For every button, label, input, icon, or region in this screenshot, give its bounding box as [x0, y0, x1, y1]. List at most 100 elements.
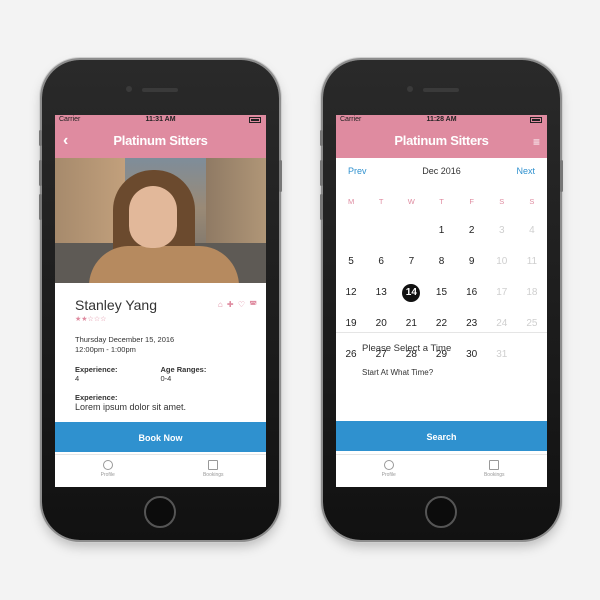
- calendar-day[interactable]: 21: [396, 318, 426, 329]
- calendar-week-row: 12 13 14 15 16 17 18: [336, 277, 547, 308]
- calendar-day-number: 12: [345, 287, 357, 298]
- calendar-day[interactable]: 3: [487, 225, 517, 236]
- search-button[interactable]: Search: [336, 421, 547, 451]
- calendar-day-number: 17: [496, 287, 508, 298]
- profile-icon: [102, 460, 113, 470]
- tab-profile-label: Profile: [381, 472, 396, 478]
- experience-block: Experience: 4: [75, 365, 161, 383]
- booking-date-text: Thursday December 15, 2016: [75, 335, 175, 344]
- calendar-day-number: 25: [526, 318, 538, 329]
- tab-bookings[interactable]: Bookings: [161, 455, 267, 487]
- calendar-day[interactable]: 12: [336, 287, 366, 298]
- experience-description-text: Lorem ipsum dolor sit amet.: [75, 401, 187, 412]
- calendar-day[interactable]: 16: [457, 287, 487, 298]
- status-bar: Carrier 11:31 AM: [55, 115, 266, 126]
- weekday-label: T: [378, 197, 384, 206]
- calendar-day[interactable]: 5: [336, 256, 366, 267]
- front-camera: [126, 86, 132, 92]
- weekday-label: M: [347, 197, 355, 206]
- start-time-label: Start At What Time?: [362, 368, 434, 377]
- booking-date: Thursday December 15, 2016 12:00pm - 1:0…: [75, 335, 246, 355]
- calendar-day-number: 19: [345, 318, 357, 329]
- tab-bar: Profile Bookings: [336, 454, 547, 487]
- tab-profile-label: Profile: [100, 472, 115, 478]
- calendar-day[interactable]: 10: [487, 256, 517, 267]
- age-range-block: Age Ranges: 0-4: [161, 365, 247, 383]
- tab-bookings[interactable]: Bookings: [442, 455, 548, 487]
- book-now-button[interactable]: Book Now: [55, 422, 266, 452]
- calendar-day[interactable]: 11: [517, 256, 547, 267]
- calendar-day-number: 21: [405, 318, 417, 329]
- status-time: 11:28 AM: [426, 116, 457, 123]
- experience-value: 4: [75, 373, 80, 383]
- rating-stars: ★★☆☆☆: [75, 316, 107, 323]
- calendar-day-number: 14: [402, 283, 421, 302]
- volume-up-button: [39, 160, 42, 186]
- profile-details: Stanley Yang ⌂ ✚ ♡ ◚ ★★☆☆☆ Thursday Dece…: [55, 283, 266, 412]
- calendar-day-number: 13: [375, 287, 387, 298]
- calendar-day[interactable]: 22: [426, 318, 456, 329]
- calendar-week-row: 5 6 7 8 9 10 11: [336, 246, 547, 277]
- calendar-day-number: 23: [466, 318, 478, 329]
- calendar-day-number: 15: [435, 287, 448, 298]
- calendar-week-row: 1 2 3 4: [336, 215, 547, 246]
- info-grid: Experience: 4 Age Ranges: 0-4: [75, 365, 246, 383]
- calendar-day-number: 5: [348, 256, 354, 267]
- mute-switch: [39, 130, 42, 146]
- calendar-icon: [208, 460, 219, 470]
- battery-icon: [249, 117, 261, 123]
- tab-bar: Profile Bookings: [55, 454, 266, 487]
- calendar-day-number: 9: [468, 256, 475, 267]
- calendar-day[interactable]: 24: [487, 318, 517, 329]
- calendar-day[interactable]: 17: [487, 287, 517, 298]
- nav-bar: ‹ Platinum Sitters: [55, 126, 266, 158]
- calendar-day[interactable]: 19: [336, 318, 366, 329]
- booking-time-range: 12:00pm - 1:00pm: [75, 344, 136, 354]
- calendar-day[interactable]: 18: [517, 287, 547, 298]
- calendar-day[interactable]: 2: [457, 225, 487, 236]
- earpiece-speaker: [423, 88, 459, 92]
- earpiece-speaker: [142, 88, 178, 92]
- calendar-day[interactable]: 4: [517, 225, 547, 236]
- tab-profile[interactable]: Profile: [336, 455, 442, 487]
- next-month-link[interactable]: Next: [516, 166, 535, 176]
- hamburger-menu-icon[interactable]: ≡: [533, 135, 540, 149]
- front-camera: [407, 86, 413, 92]
- calendar-screen: Carrier 11:28 AM Platinum Sitters ≡ Prev…: [336, 115, 547, 487]
- sitter-photo: [55, 158, 266, 283]
- calendar-day[interactable]: 20: [366, 318, 396, 329]
- calendar-day[interactable]: 13: [366, 287, 396, 298]
- calendar-day[interactable]: 25: [517, 318, 547, 329]
- calendar-day-number: 11: [526, 256, 538, 267]
- calendar-day[interactable]: 7: [396, 256, 426, 267]
- weekday-label: S: [499, 197, 505, 206]
- time-section-title: Please Select a Time: [362, 343, 452, 354]
- calendar-day[interactable]: 1: [426, 225, 456, 236]
- experience-label: Experience:: [75, 364, 118, 374]
- power-button: [560, 160, 563, 192]
- calendar-icon: [489, 460, 500, 470]
- calendar-day[interactable]: 15: [426, 287, 456, 298]
- calendar-day[interactable]: 23: [457, 318, 487, 329]
- calendar-day-selected[interactable]: 14: [396, 283, 426, 302]
- age-range-value: 0-4: [160, 373, 172, 383]
- calendar-day-number: 7: [408, 256, 415, 267]
- app-logo: Platinum Sitters: [394, 133, 489, 148]
- calendar-day[interactable]: 8: [426, 256, 456, 267]
- tab-bookings-label: Bookings: [483, 472, 505, 478]
- weekday-label: F: [469, 197, 474, 206]
- profile-icon: [383, 460, 394, 470]
- experience-description: Experience: Lorem ipsum dolor sit amet.: [75, 393, 246, 412]
- calendar-day-number: 8: [438, 256, 445, 267]
- tab-profile[interactable]: Profile: [55, 455, 161, 487]
- calendar-day[interactable]: 9: [457, 256, 487, 267]
- weekday-label: T: [439, 197, 444, 206]
- profile-screen: Carrier 11:31 AM ‹ Platinum Sitters Stan…: [55, 115, 266, 487]
- calendar-day-number: 16: [466, 287, 478, 298]
- volume-up-button: [320, 160, 323, 186]
- mute-switch: [320, 130, 323, 146]
- month-title: Dec 2016: [422, 166, 461, 176]
- weekday-label: S: [529, 197, 535, 206]
- calendar-day[interactable]: 6: [366, 256, 396, 267]
- calendar-day-number: 24: [496, 318, 508, 329]
